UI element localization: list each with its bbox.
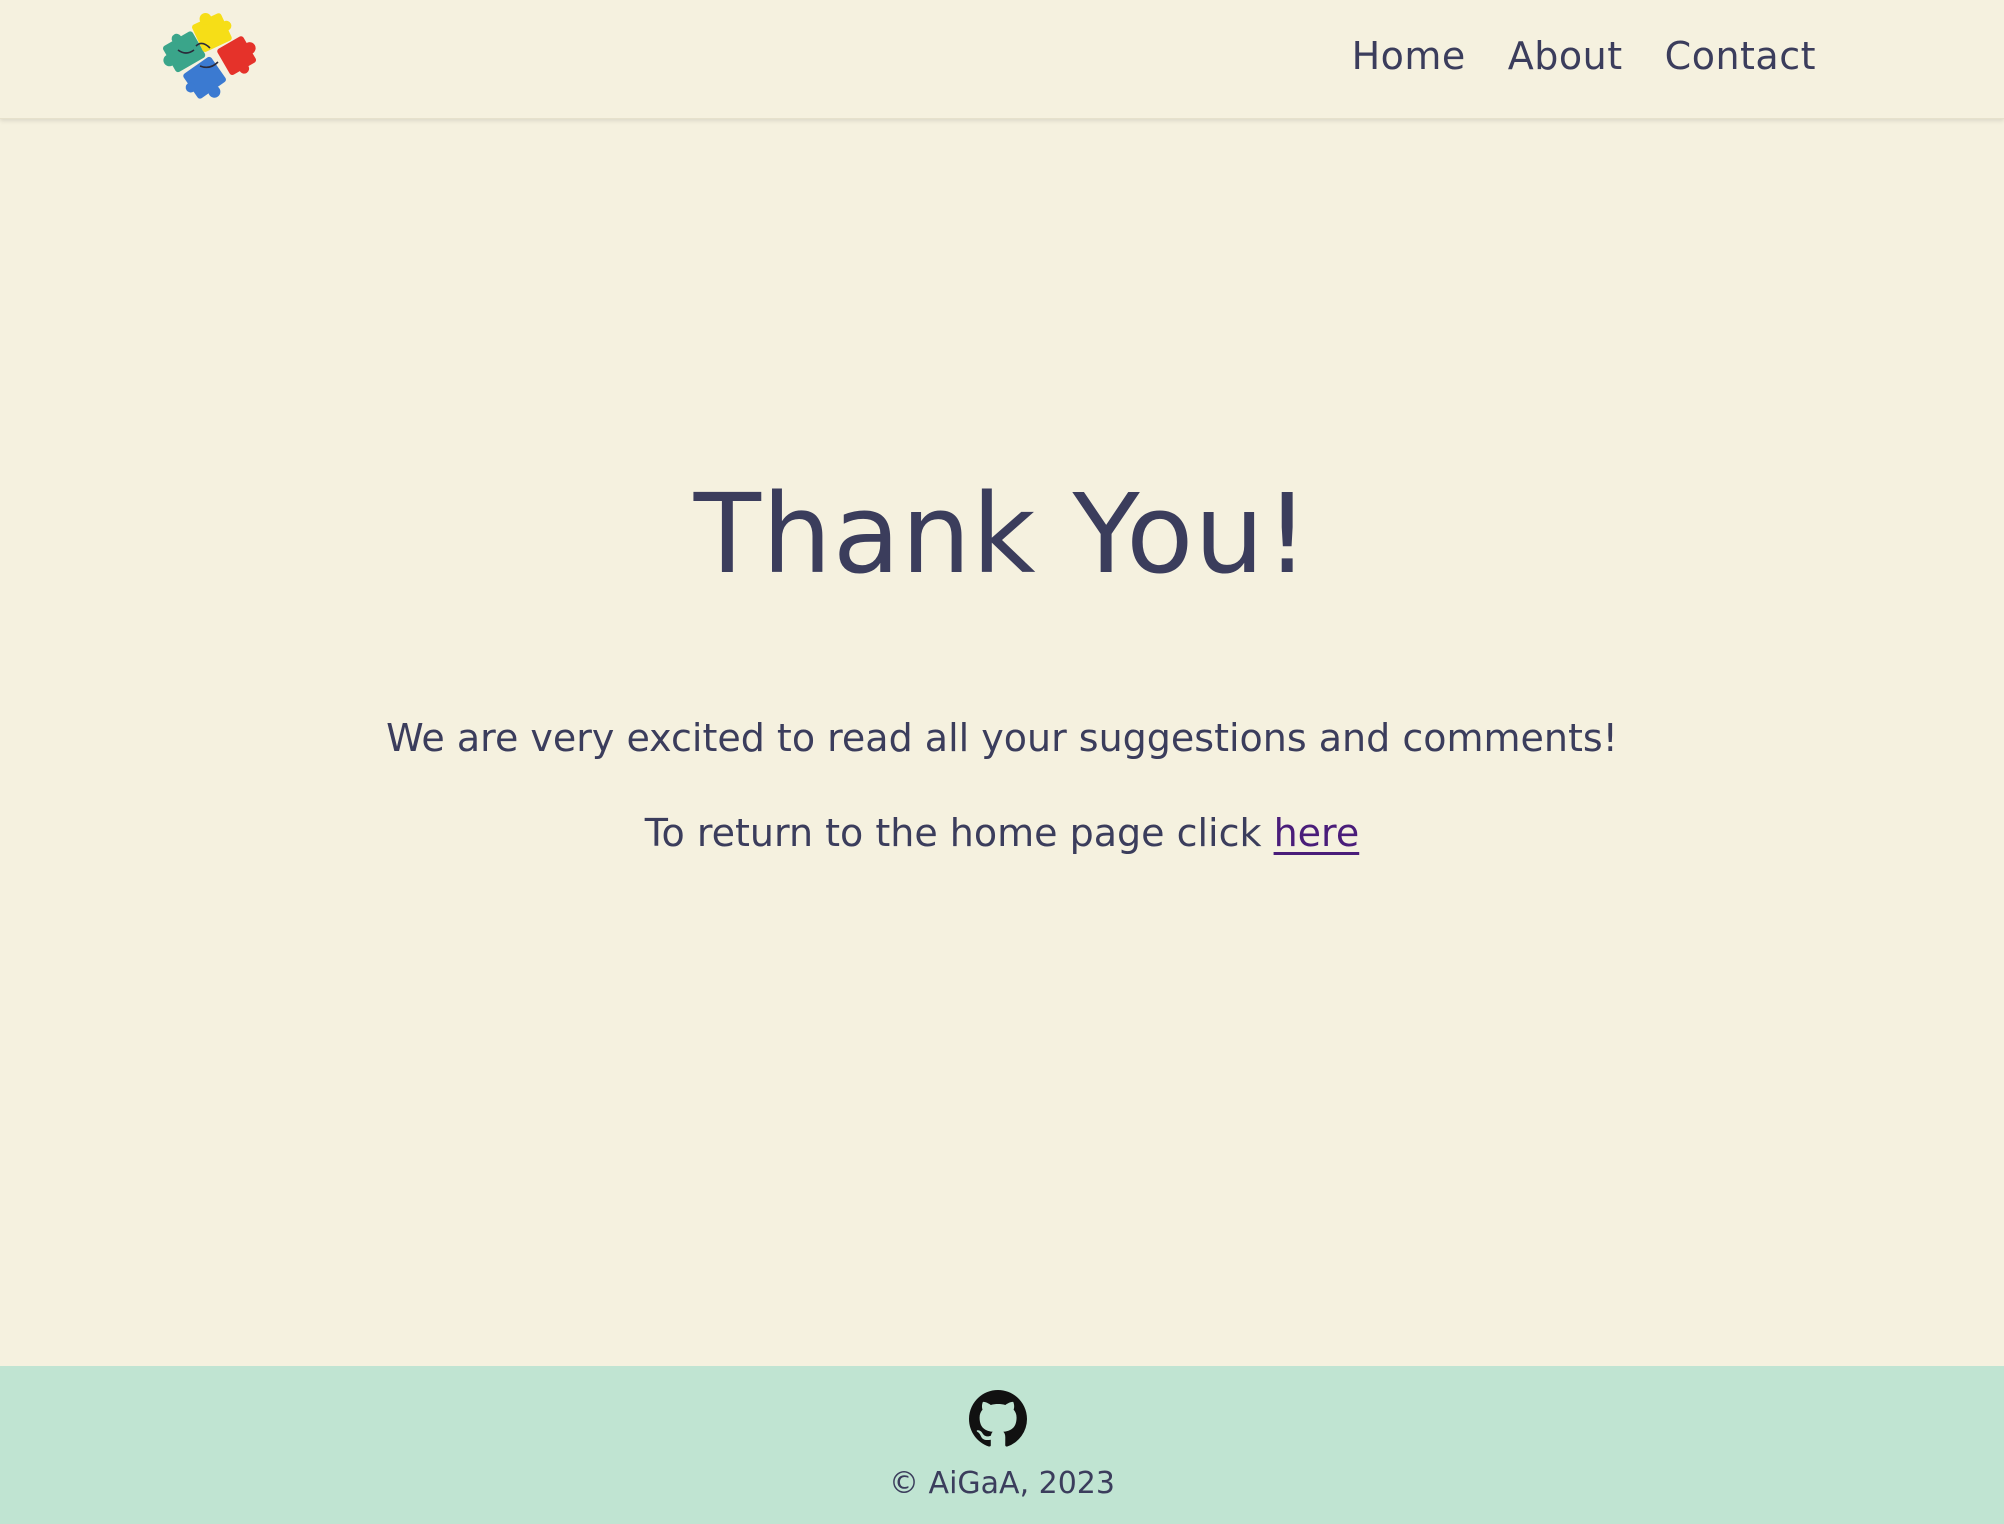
- github-icon[interactable]: [969, 1390, 1027, 1448]
- nav-contact-link[interactable]: Contact: [1665, 34, 1816, 78]
- nav-home-link[interactable]: Home: [1352, 34, 1466, 78]
- puzzle-pieces-logo-icon[interactable]: [156, 8, 268, 108]
- footer: © AiGaA, 2023: [0, 1366, 2004, 1524]
- page-title: Thank You!: [693, 470, 1311, 598]
- return-home-text: To return to the home page click here: [0, 811, 2004, 855]
- return-home-link[interactable]: here: [1274, 811, 1360, 855]
- thank-you-message: We are very excited to read all your sug…: [386, 716, 1618, 760]
- navbar: Home About Contact: [0, 0, 2004, 119]
- main-nav: Home About Contact: [1352, 0, 1816, 112]
- copyright-text: © AiGaA, 2023: [889, 1466, 1115, 1501]
- return-home-label: To return to the home page click: [644, 811, 1274, 855]
- main-content: Thank You! We are very excited to read a…: [0, 119, 2004, 1366]
- nav-about-link[interactable]: About: [1508, 34, 1623, 78]
